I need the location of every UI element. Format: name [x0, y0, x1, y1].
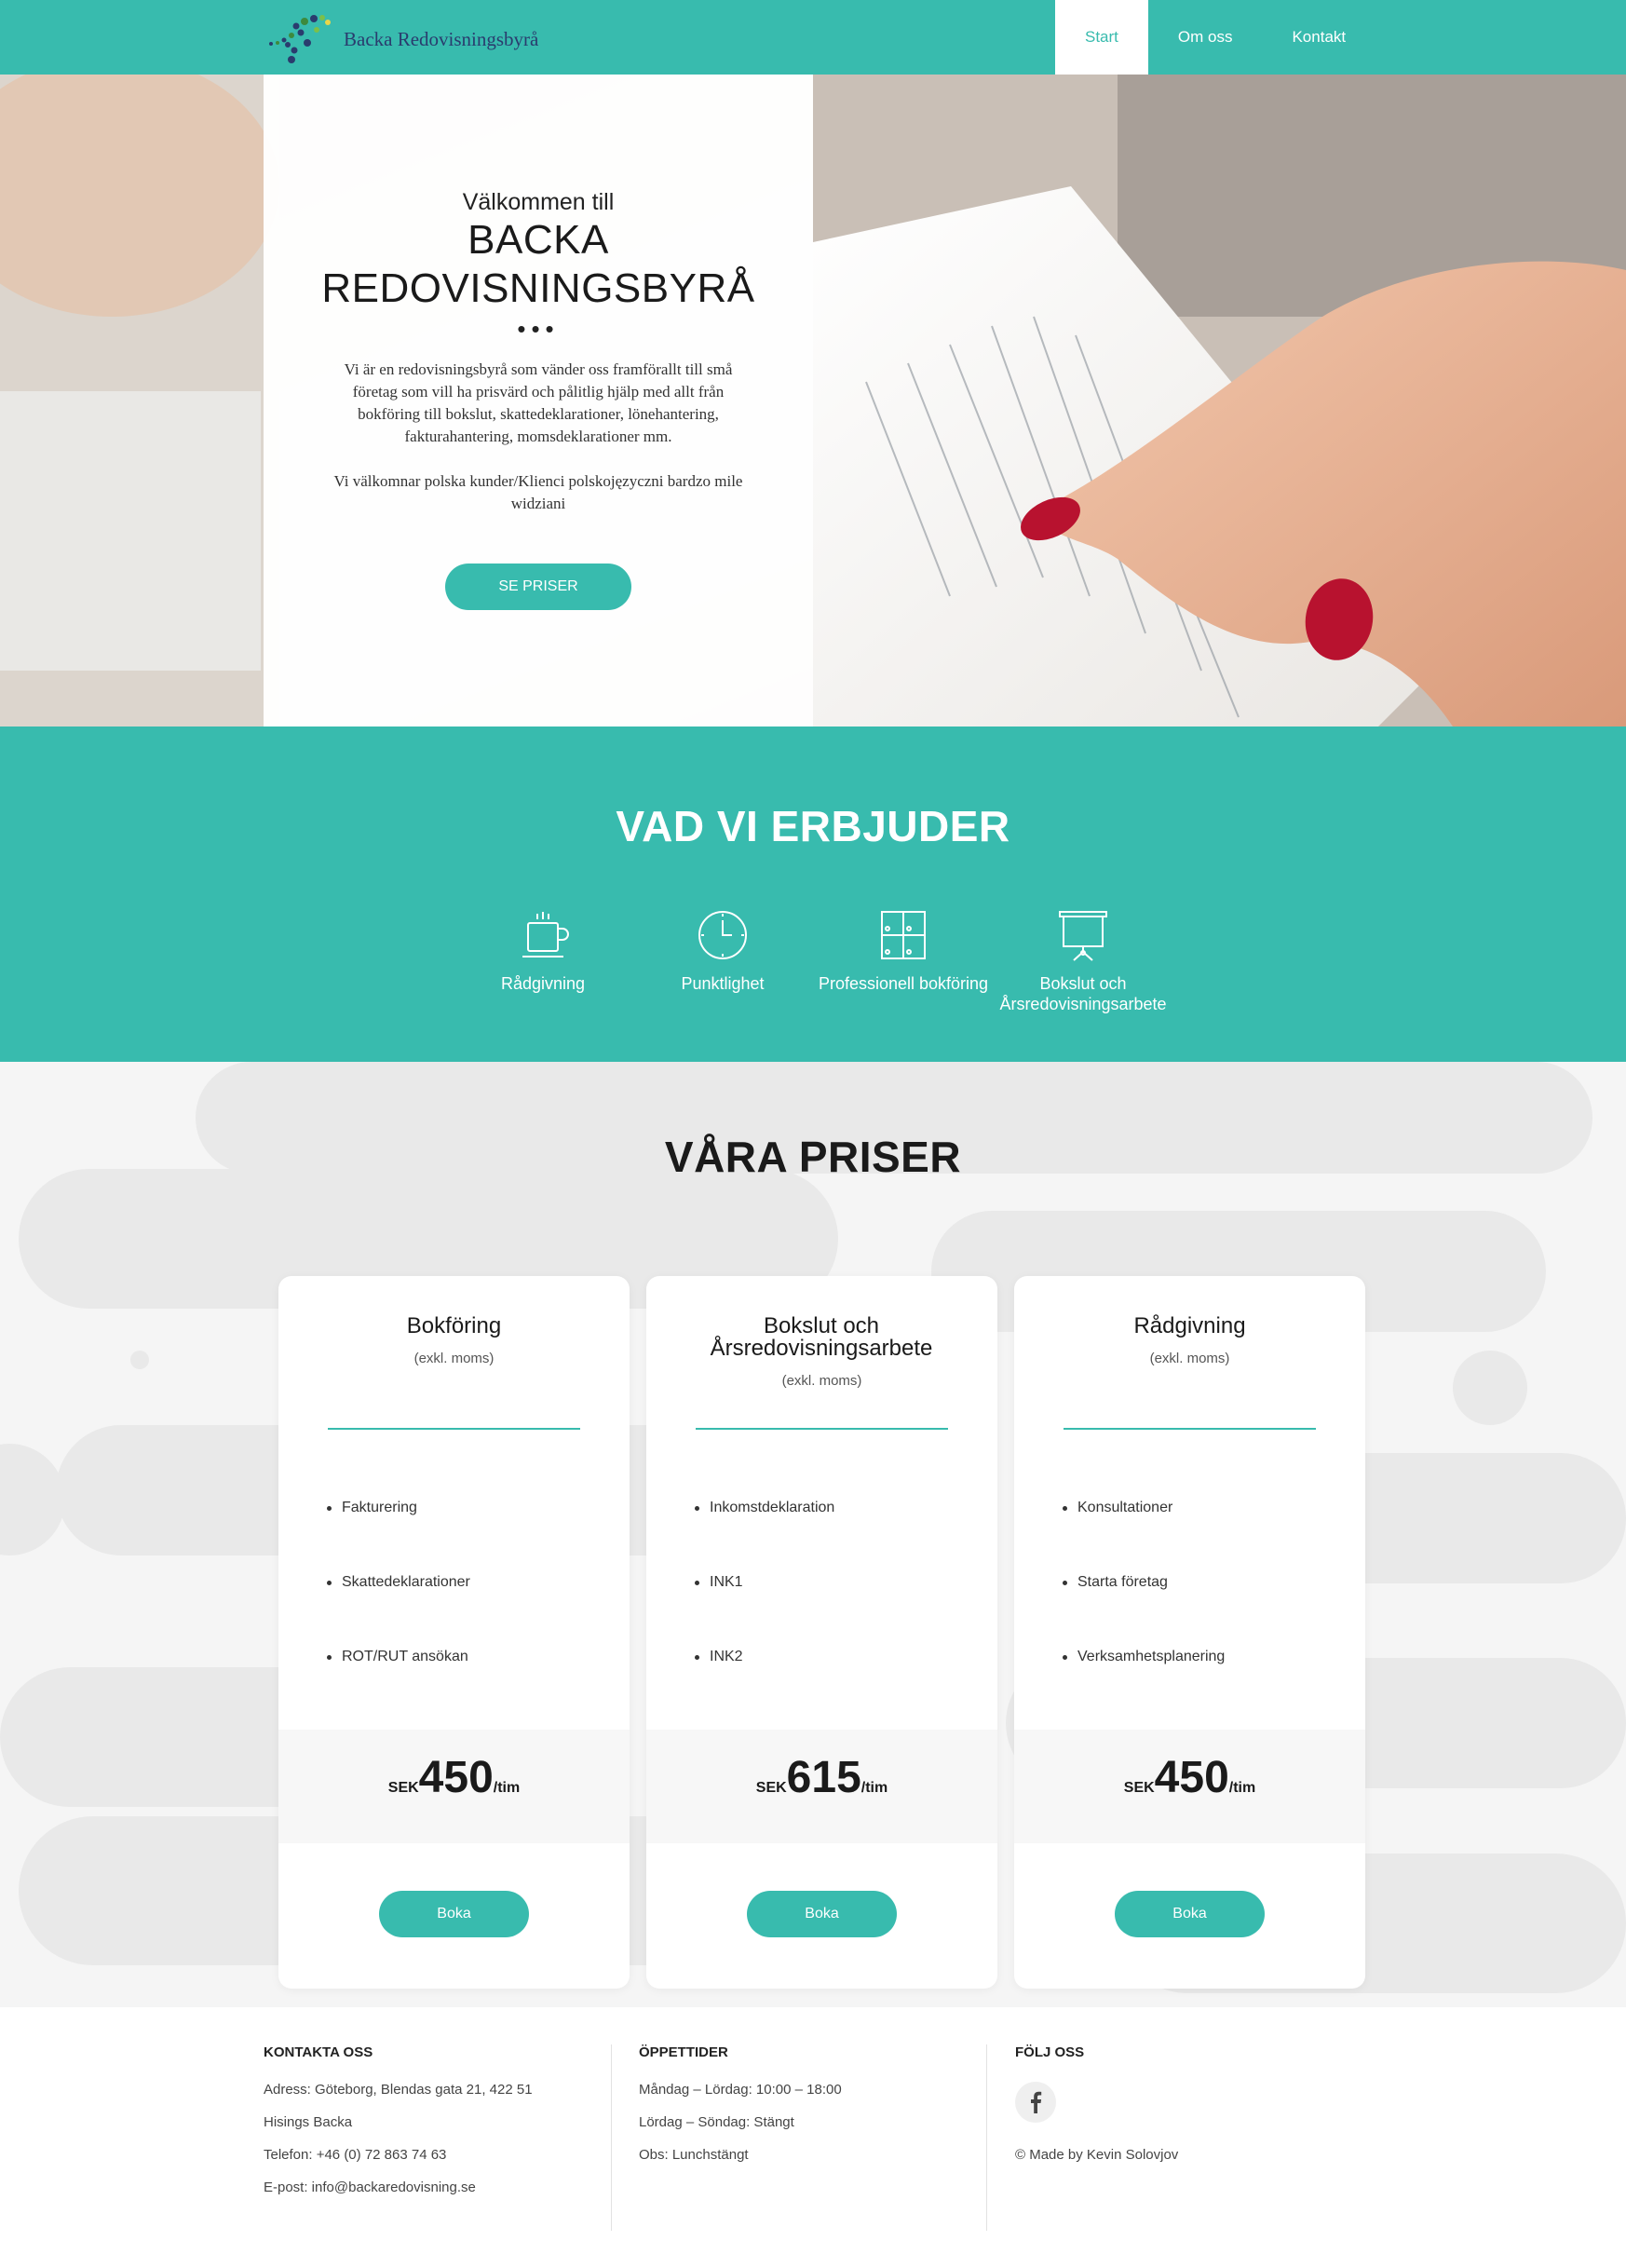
hero-card: Välkommen till BACKA REDOVISNINGSBYRÅ ••… [264, 75, 813, 727]
card-feature-list: Konsultationer Starta företag Verksamhet… [1063, 1500, 1225, 1723]
list-item: Fakturering [327, 1500, 470, 1574]
card-title: Rådgivning [1133, 1313, 1246, 1338]
card-subtitle: (exkl. moms) [413, 1351, 495, 1366]
card-feature-list: Fakturering Skattedeklarationer ROT/RUT … [327, 1500, 470, 1723]
hero-description-polish: Vi välkomnar polska kunder/Klienci polsk… [333, 472, 743, 512]
card-price-band: SEK450/tim [1014, 1730, 1365, 1843]
card-divider [696, 1428, 948, 1430]
footer-divider [986, 2044, 987, 2231]
card-title: Bokslut och Årsredovisningsarbete [710, 1313, 933, 1361]
card-price-band: SEK450/tim [278, 1730, 630, 1843]
price-currency: SEK [387, 1780, 419, 1796]
footer-phone[interactable]: Telefon: +46 (0) 72 863 74 63 [264, 2147, 533, 2180]
footer-contact: KONTAKTA OSS Adress: Göteborg, Blendas g… [264, 2044, 533, 2212]
list-item: Skattedeklarationer [327, 1574, 470, 1649]
book-button[interactable]: Boka [379, 1891, 529, 1937]
copyright: © Made by Kevin Solovjov [1015, 2147, 1179, 2163]
service-label: Punktlighet [681, 974, 765, 993]
footer-divider [611, 2044, 612, 2231]
see-prices-button[interactable]: SE PRISER [445, 564, 631, 610]
hero-welcome: Välkommen till [462, 189, 615, 215]
footer-hours-heading: ÖPPETTIDER [639, 2044, 728, 2060]
card-subtitle: (exkl. moms) [1149, 1351, 1230, 1366]
hero-section: Välkommen till BACKA REDOVISNINGSBYRÅ ••… [0, 75, 1626, 727]
list-item: Konsultationer [1063, 1500, 1225, 1574]
price-card-bokslut: Bokslut och Årsredovisningsarbete (exkl.… [646, 1276, 997, 1989]
list-item: Starta företag [1063, 1574, 1225, 1649]
service-item-punktlighet: Punktlighet [630, 908, 816, 994]
price: SEK450/tim [278, 1752, 630, 1803]
price: SEK450/tim [1014, 1752, 1365, 1803]
book-button[interactable]: Boka [1115, 1891, 1265, 1937]
price-value: 450 [418, 1753, 494, 1802]
list-item: ROT/RUT ansökan [327, 1649, 470, 1723]
service-label: Bokslut och Årsredovisningsarbete [999, 974, 1167, 1013]
list-item: Inkomstdeklaration [695, 1500, 834, 1574]
price-value: 450 [1154, 1753, 1229, 1802]
nav-menu: Start Om oss Kontakt [1055, 0, 1375, 75]
hero-dots: ••• [517, 315, 560, 343]
list-item: INK2 [695, 1649, 834, 1723]
footer-follow: FÖLJ OSS © Made by Kevin Solovjov [1015, 2044, 1178, 2163]
hero-description: Vi är en redovisningsbyrå som vänder oss… [344, 360, 733, 445]
nav-item-om-oss[interactable]: Om oss [1148, 0, 1263, 75]
card-price-band: SEK615/tim [646, 1730, 997, 1843]
list-item: Verksamhetsplanering [1063, 1649, 1225, 1723]
presentation-board-icon [1059, 911, 1107, 961]
card-title: Bokföring [406, 1313, 502, 1338]
list-item: INK1 [695, 1574, 834, 1649]
nav-item-kontakt[interactable]: Kontakt [1262, 0, 1375, 75]
price: SEK615/tim [646, 1752, 997, 1803]
coffee-cup-icon [522, 912, 569, 957]
footer-address-area: Hisings Backa [264, 2114, 353, 2130]
price-unit: /tim [493, 1780, 521, 1796]
nav-item-start[interactable]: Start [1055, 0, 1148, 75]
footer-email[interactable]: E-post: info@backaredovisning.se [264, 2180, 533, 2212]
logo-text: Backa Redovisningsbyrå [344, 28, 539, 50]
services-section: VAD VI ERBJUDER Rådgivning Punktlighet P… [0, 727, 1626, 1062]
facebook-icon[interactable] [1015, 2082, 1056, 2123]
footer-address: Adress: Göteborg, Blendas gata 21, 422 5… [264, 2082, 533, 2098]
clock-icon [698, 911, 747, 959]
service-label: Rådgivning [500, 974, 586, 993]
card-feature-list: Inkomstdeklaration INK1 INK2 [695, 1500, 834, 1723]
hero-background-photo [0, 75, 1626, 727]
book-button[interactable]: Boka [747, 1891, 897, 1937]
top-navbar: Backa Redovisningsbyrå Start Om oss Kont… [0, 0, 1626, 75]
footer-hours: ÖPPETTIDER Måndag – Lördag: 10:00 – 18:0… [639, 2044, 842, 2180]
price-value: 615 [786, 1753, 861, 1802]
card-subtitle: (exkl. moms) [781, 1373, 862, 1389]
footer-follow-heading: FÖLJ OSS [1015, 2044, 1085, 2060]
footer: KONTAKTA OSS Adress: Göteborg, Blendas g… [0, 2007, 1626, 2268]
service-item-bokslut: Bokslut och Årsredovisningsarbete [990, 908, 1176, 1014]
service-item-radgivning: Rådgivning [450, 908, 636, 994]
prices-title: VÅRA PRISER [664, 1133, 962, 1181]
prices-section: VÅRA PRISER Bokföring (exkl. moms) Faktu… [0, 1062, 1626, 2007]
footer-hours-line: Måndag – Lördag: 10:00 – 18:00 [639, 2082, 842, 2098]
price-unit: /tim [1228, 1780, 1256, 1796]
services-title: VAD VI ERBJUDER [616, 802, 1010, 850]
service-item-bokforing: Professionell bokföring [810, 908, 996, 994]
price-currency: SEK [1123, 1780, 1155, 1796]
logo-dots-icon [269, 15, 331, 63]
price-unit: /tim [860, 1780, 888, 1796]
card-divider [328, 1428, 580, 1430]
ledger-grid-icon [881, 911, 926, 959]
logo[interactable]: Backa Redovisningsbyrå [265, 7, 539, 69]
card-divider [1064, 1428, 1316, 1430]
price-card-radgivning: Rådgivning (exkl. moms) Konsultationer S… [1014, 1276, 1365, 1989]
price-currency: SEK [755, 1780, 787, 1796]
service-label: Professionell bokföring [818, 974, 989, 993]
footer-hours-line: Lördag – Söndag: Stängt [639, 2114, 794, 2130]
hero-title: BACKA REDOVISNINGSBYRÅ [321, 217, 755, 311]
footer-hours-line: Obs: Lunchstängt [639, 2147, 749, 2163]
footer-contact-heading: KONTAKTA OSS [264, 2044, 373, 2060]
price-card-bokforing: Bokföring (exkl. moms) Fakturering Skatt… [278, 1276, 630, 1989]
